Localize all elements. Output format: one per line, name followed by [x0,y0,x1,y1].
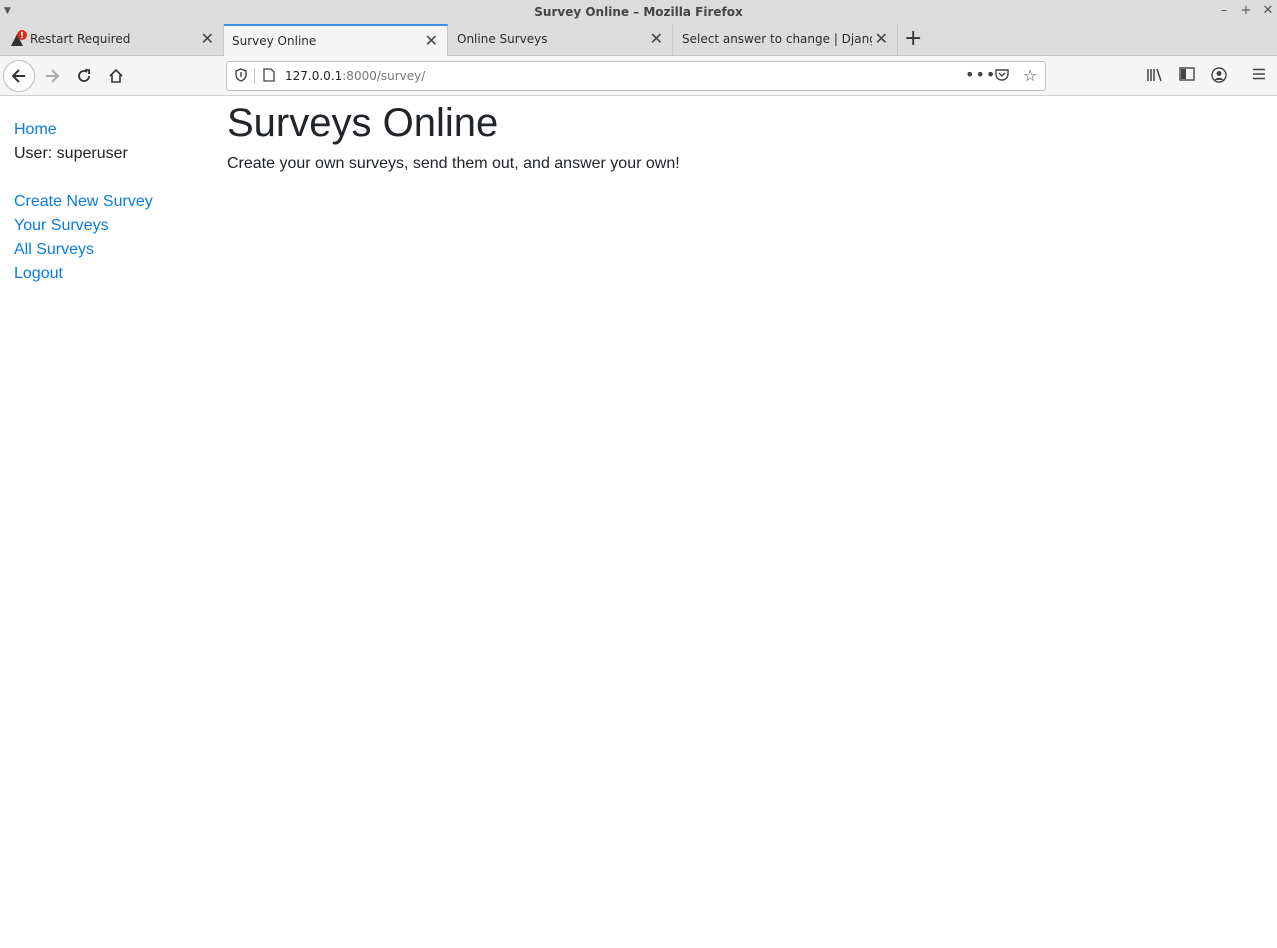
url-host: 127.0.0.1 [285,69,343,83]
tracking-protection-icon[interactable] [235,68,247,85]
bookmark-star-icon[interactable]: ☆ [1023,66,1037,85]
home-button[interactable] [101,61,131,91]
tab-label: Select answer to change | Django [682,32,872,46]
home-link[interactable]: Home [14,118,153,142]
all-surveys-link[interactable]: All Surveys [14,238,153,262]
logout-link[interactable]: Logout [14,262,153,286]
tab-close-icon[interactable]: ✕ [875,29,888,48]
tab-label: Survey Online [232,34,317,48]
forward-button[interactable] [37,61,67,91]
forward-arrow-icon [46,69,60,83]
page-info-icon[interactable] [263,68,275,85]
tab-label: Restart Required [30,32,131,46]
new-tab-icon[interactable]: + [904,26,922,51]
reload-icon [78,69,90,82]
tab-close-icon[interactable]: ✕ [650,29,663,48]
hamburger-menu-icon[interactable] [1252,67,1266,85]
tab-close-icon[interactable]: ✕ [201,29,214,48]
create-new-survey-link[interactable]: Create New Survey [14,190,153,214]
url-bar[interactable]: 127.0.0.1:8000/survey/ ••• ☆ [226,61,1046,91]
reload-button[interactable] [69,61,99,91]
page-actions-icon[interactable]: ••• [965,65,996,84]
url-text[interactable]: 127.0.0.1:8000/survey/ [285,69,425,83]
minimize-icon[interactable]: – [1216,3,1232,18]
tab-django-admin[interactable]: Select answer to change | Django ✕ [674,24,898,55]
tab-strip: Restart Required ✕ Survey Online ✕ Onlin… [0,24,1277,56]
close-window-icon[interactable]: ✕ [1260,3,1276,18]
account-icon[interactable] [1211,67,1227,87]
library-icon[interactable] [1146,67,1164,87]
url-path: :8000/survey/ [342,69,426,83]
url-separator [254,68,255,84]
navigation-toolbar: 127.0.0.1:8000/survey/ ••• ☆ [0,56,1277,96]
site-sidebar: Home User: superuser Create New Survey Y… [14,118,153,286]
tab-online-surveys[interactable]: Online Surveys ✕ [449,24,673,55]
sidebar-toggle-icon[interactable] [1179,67,1195,85]
window-titlebar: ▼ Survey Online – Mozilla Firefox – + ✕ [0,0,1277,24]
pocket-icon[interactable] [995,68,1009,85]
tab-close-icon[interactable]: ✕ [425,31,438,50]
page-title: Surveys Online [227,101,499,145]
main-content: Surveys Online Create your own surveys, … [227,97,680,173]
tab-label: Online Surveys [457,32,548,46]
window-title: Survey Online – Mozilla Firefox [534,5,743,19]
tab-survey-online[interactable]: Survey Online ✕ [224,24,448,56]
your-surveys-link[interactable]: Your Surveys [14,214,153,238]
maximize-icon[interactable]: + [1238,3,1254,18]
back-button[interactable] [3,60,35,92]
current-user-label: User: superuser [14,145,128,162]
page-description: Create your own surveys, send them out, … [227,155,680,172]
warning-icon [11,30,27,46]
home-icon [109,68,123,83]
tab-restart-required[interactable]: Restart Required ✕ [0,24,224,55]
back-arrow-icon [11,69,25,83]
